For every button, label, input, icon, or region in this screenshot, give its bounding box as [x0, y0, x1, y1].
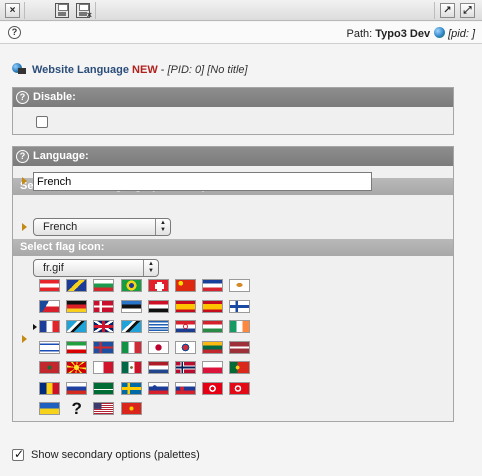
disable-header: ? Disable:: [13, 88, 453, 107]
flag-icon-selected: fr.gif: [43, 262, 64, 274]
disable-header-label: Disable:: [33, 91, 76, 103]
flag-icon-br[interactable]: [120, 279, 142, 292]
flag-icon-ch[interactable]: [147, 279, 169, 292]
flag-icon-fr[interactable]: [39, 320, 60, 333]
close-button[interactable]: ×: [5, 3, 20, 18]
iso-code-selected: French: [43, 221, 78, 233]
language-panel: ? Language: Select Official Language (IS…: [12, 146, 454, 422]
help-icon[interactable]: ?: [8, 26, 21, 39]
select-arrows-icon: ▲ ▼: [143, 260, 158, 276]
flag-icon-no[interactable]: [175, 361, 196, 374]
flag-icon-ba[interactable]: [66, 279, 88, 292]
record-table-name: Website Language: [32, 64, 129, 76]
iso-code-select[interactable]: French ▲ ▼: [33, 218, 171, 236]
record-new-badge: NEW: [132, 64, 158, 76]
globe-icon: [434, 27, 446, 38]
flag-icon-hu[interactable]: [202, 320, 224, 333]
language-title-input[interactable]: [33, 172, 372, 191]
flag-icon-pl[interactable]: [202, 361, 224, 374]
save-and-close-icon[interactable]: ×: [76, 3, 92, 20]
flag-icon-select[interactable]: fr.gif ▲ ▼: [33, 259, 159, 277]
help-icon[interactable]: ?: [16, 150, 29, 163]
disable-checkbox[interactable]: [36, 116, 48, 128]
flag-icon-lt[interactable]: [202, 340, 224, 354]
open-new-window-button[interactable]: ↗: [440, 3, 455, 18]
path-site-name[interactable]: Typo3 Dev: [375, 28, 430, 40]
flag-icon-sk[interactable]: [175, 381, 196, 395]
flag-icon-ma[interactable]: [39, 361, 60, 374]
flag-icon-cs[interactable]: [202, 279, 224, 292]
flag-icon-ro[interactable]: [39, 381, 60, 395]
flag-icon-cy[interactable]: [229, 279, 251, 292]
flag-icon-hr[interactable]: [175, 320, 196, 333]
toolbar-divider: [24, 2, 25, 19]
flag-icon-it[interactable]: [120, 340, 142, 354]
secondary-options-checkbox[interactable]: ✓: [12, 447, 25, 461]
flag-icon-gb[interactable]: [93, 320, 115, 333]
required-field-arrow-icon: [22, 177, 27, 185]
record-title: Website Language NEW - [PID: 0] [No titl…: [12, 63, 248, 76]
flag-icon-subheader: Select flag icon:: [13, 239, 453, 256]
flag-icon-nl[interactable]: [147, 361, 169, 374]
flag-icon-fi[interactable]: [229, 299, 251, 313]
selected-flag-marker-icon: [33, 324, 37, 330]
help-icon[interactable]: ?: [16, 91, 29, 104]
path-pid: [pid: ]: [448, 28, 475, 40]
flag-icon-mt[interactable]: [93, 361, 115, 374]
required-field-arrow-icon: [22, 223, 27, 231]
select-arrows-icon: ▲ ▼: [155, 219, 170, 235]
flag-icon-tr[interactable]: [229, 381, 251, 395]
flag-icon-vn[interactable]: [120, 402, 142, 415]
flag-icon-cz[interactable]: [39, 299, 60, 313]
toolbar-divider: [434, 2, 435, 19]
flag-icon-is[interactable]: [93, 340, 115, 354]
path-prefix: Path:: [346, 28, 376, 40]
flag-icon-es[interactable]: [175, 299, 196, 313]
flag-icon-il[interactable]: [39, 340, 60, 354]
path-bar: ? Path: Typo3 Dev [pid: ]: [0, 22, 482, 44]
record-pid-info: [PID: 0] [No title]: [167, 64, 248, 76]
flag-icon-es[interactable]: [202, 299, 224, 313]
flag-icon-gr[interactable]: [147, 320, 169, 333]
language-header: ? Language:: [13, 147, 453, 166]
flag-icon-gl[interactable]: [120, 320, 142, 333]
flag-icon-mk[interactable]: [66, 361, 88, 374]
flag-icon-si[interactable]: [147, 381, 169, 395]
flag-icon-ir[interactable]: [66, 340, 88, 354]
flag-icon-dk[interactable]: [93, 299, 115, 313]
flag-icon-sa[interactable]: [93, 381, 115, 395]
flag-icon-ru[interactable]: [66, 381, 88, 395]
flag-icon-cn[interactable]: [175, 279, 196, 292]
flag-icon-at[interactable]: [39, 279, 60, 292]
flag-icon-kr[interactable]: [175, 340, 196, 354]
doc-header-toolbar: × × ↗ ⤢: [0, 0, 482, 21]
disable-panel: ? Disable:: [12, 87, 454, 135]
page-path: Path: Typo3 Dev [pid: ]: [347, 27, 475, 40]
flag-icon-se[interactable]: [120, 381, 142, 395]
flag-icon-ua[interactable]: [39, 402, 60, 415]
save-icon[interactable]: [55, 3, 69, 18]
flag-icon-de[interactable]: [66, 299, 88, 313]
flag-icon-gl[interactable]: [66, 320, 88, 333]
toolbar-divider: [95, 2, 96, 19]
flag-icon-jp[interactable]: [147, 340, 169, 354]
required-field-arrow-icon: [22, 335, 27, 343]
flag-icon-lv[interactable]: [229, 340, 251, 354]
flag-icon-ie[interactable]: [229, 320, 251, 333]
record-separator: -: [157, 64, 168, 76]
flag-icon-pt[interactable]: [229, 361, 251, 374]
flag-icon-ee[interactable]: [120, 299, 142, 313]
language-record-icon: [12, 63, 27, 75]
language-header-label: Language:: [33, 150, 89, 162]
flag-icon-us[interactable]: [93, 402, 115, 415]
flag-icon-unknown[interactable]: ?: [66, 402, 87, 415]
flag-icon-mx[interactable]: [120, 361, 142, 374]
flag-icon-tn[interactable]: [202, 381, 224, 395]
secondary-options-label: Show secondary options (palettes): [31, 449, 200, 461]
flag-icon-bg[interactable]: [93, 279, 115, 292]
fullscreen-button[interactable]: ⤢: [460, 3, 475, 18]
flag-icon-eg[interactable]: [147, 299, 169, 313]
checkmark-icon: ✓: [14, 447, 25, 461]
